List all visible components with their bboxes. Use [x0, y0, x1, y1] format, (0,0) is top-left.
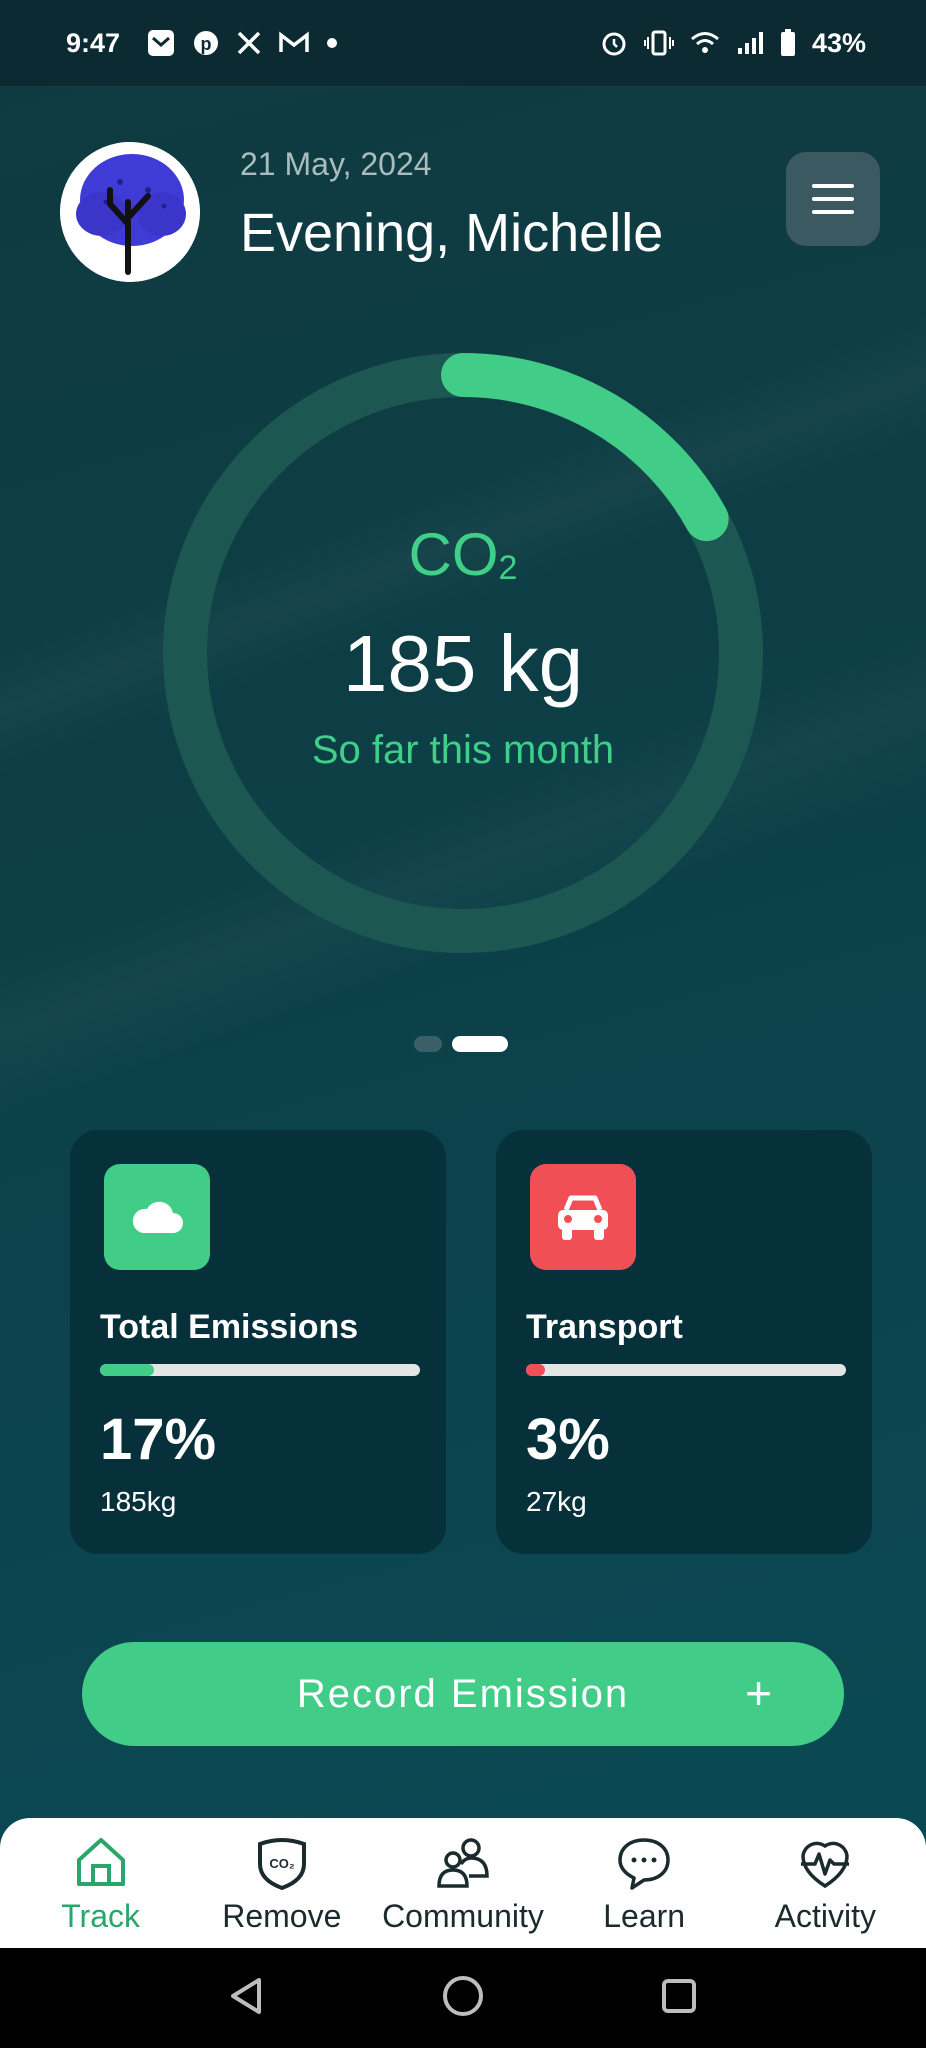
x-icon [236, 30, 262, 56]
page-dot-1[interactable] [414, 1036, 442, 1052]
card-percent: 17% [100, 1407, 217, 1472]
status-left: 9:47 p [66, 28, 338, 59]
card-amount: 185kg [100, 1486, 177, 1517]
cloud-icon [132, 1201, 183, 1233]
card-percent: 3% [526, 1407, 610, 1472]
co2-caption: So far this month [311, 728, 615, 772]
card-progress-bar [100, 1364, 420, 1376]
back-icon[interactable] [227, 1976, 267, 2020]
tree-avatar-icon [60, 142, 200, 282]
home-circle-icon[interactable] [441, 1974, 485, 2022]
alarm-icon [600, 29, 628, 57]
co2-label: CO2 [162, 520, 764, 589]
nav-item-learn[interactable]: Learn [554, 1832, 734, 1935]
card-icon-box [104, 1164, 210, 1270]
co2-label-main: CO [408, 521, 499, 588]
nav-item-track[interactable]: Track [11, 1832, 191, 1935]
car-icon [558, 1195, 608, 1240]
co2-value: 185 kg [342, 619, 584, 708]
nav-label: Remove [222, 1898, 342, 1934]
menu-button[interactable] [786, 152, 880, 246]
plus-icon: + [745, 1667, 774, 1719]
svg-text:CO₂: CO₂ [269, 1856, 295, 1871]
chat-bubble-icon [616, 1832, 672, 1892]
nav-label: Track [61, 1898, 140, 1934]
nav-item-community[interactable]: Community [373, 1832, 553, 1935]
status-bar: 9:47 p 43% [0, 0, 926, 86]
status-right: 43% [600, 28, 866, 59]
card-title: Transport [526, 1308, 683, 1346]
header: 21 May, 2024 Evening, Michelle [60, 140, 880, 290]
record-emission-button[interactable]: Record Emission + [82, 1642, 844, 1746]
battery-percent: 43% [811, 27, 866, 58]
nav-item-activity[interactable]: Activity [735, 1832, 915, 1935]
hamburger-menu-icon [812, 184, 854, 214]
record-emission-label: Record Emission [296, 1671, 630, 1716]
mail-icon [146, 28, 176, 58]
signal-icon [736, 30, 764, 56]
card-progress-fill [526, 1364, 546, 1376]
card-amount: 27kg [526, 1486, 587, 1517]
co2-shield-icon: CO₂ [254, 1832, 310, 1892]
nav-label: Learn [603, 1898, 686, 1934]
page-indicator [414, 1036, 508, 1052]
card-title: Total Emissions [100, 1308, 359, 1346]
dot-icon [326, 37, 338, 49]
battery-icon [780, 29, 796, 57]
activity-pulse-icon [797, 1832, 853, 1892]
transport-card[interactable]: Transport 3% 27kg [496, 1130, 872, 1554]
status-time: 9:47 [66, 27, 121, 58]
svg-text:p: p [201, 34, 212, 54]
card-progress-fill [100, 1364, 155, 1376]
date-label: 21 May, 2024 [240, 146, 432, 182]
wifi-icon [690, 30, 720, 56]
nav-item-remove[interactable]: CO₂ Remove [192, 1832, 372, 1935]
page-dot-2[interactable] [452, 1036, 508, 1052]
total-emissions-card[interactable]: Total Emissions 17% 185kg [70, 1130, 446, 1554]
bottom-nav: Track CO₂ Remove Community Learn Activit… [0, 1818, 926, 1948]
nav-label: Community [382, 1898, 544, 1934]
gauge-text: CO2 185 kg So far this month [162, 352, 764, 954]
home-icon [73, 1832, 129, 1892]
gmail-icon [278, 30, 310, 56]
people-icon [435, 1832, 491, 1892]
avatar[interactable] [60, 142, 200, 282]
recents-icon[interactable] [659, 1976, 699, 2020]
greeting-title: Evening, Michelle [240, 203, 664, 263]
vibrate-icon [643, 29, 674, 57]
card-icon-box [530, 1164, 636, 1270]
card-progress-bar [526, 1364, 846, 1376]
nav-label: Activity [774, 1898, 877, 1934]
pinterest-icon: p [192, 29, 220, 57]
system-nav-bar [0, 1948, 926, 2048]
co2-label-sub: 2 [498, 549, 518, 587]
